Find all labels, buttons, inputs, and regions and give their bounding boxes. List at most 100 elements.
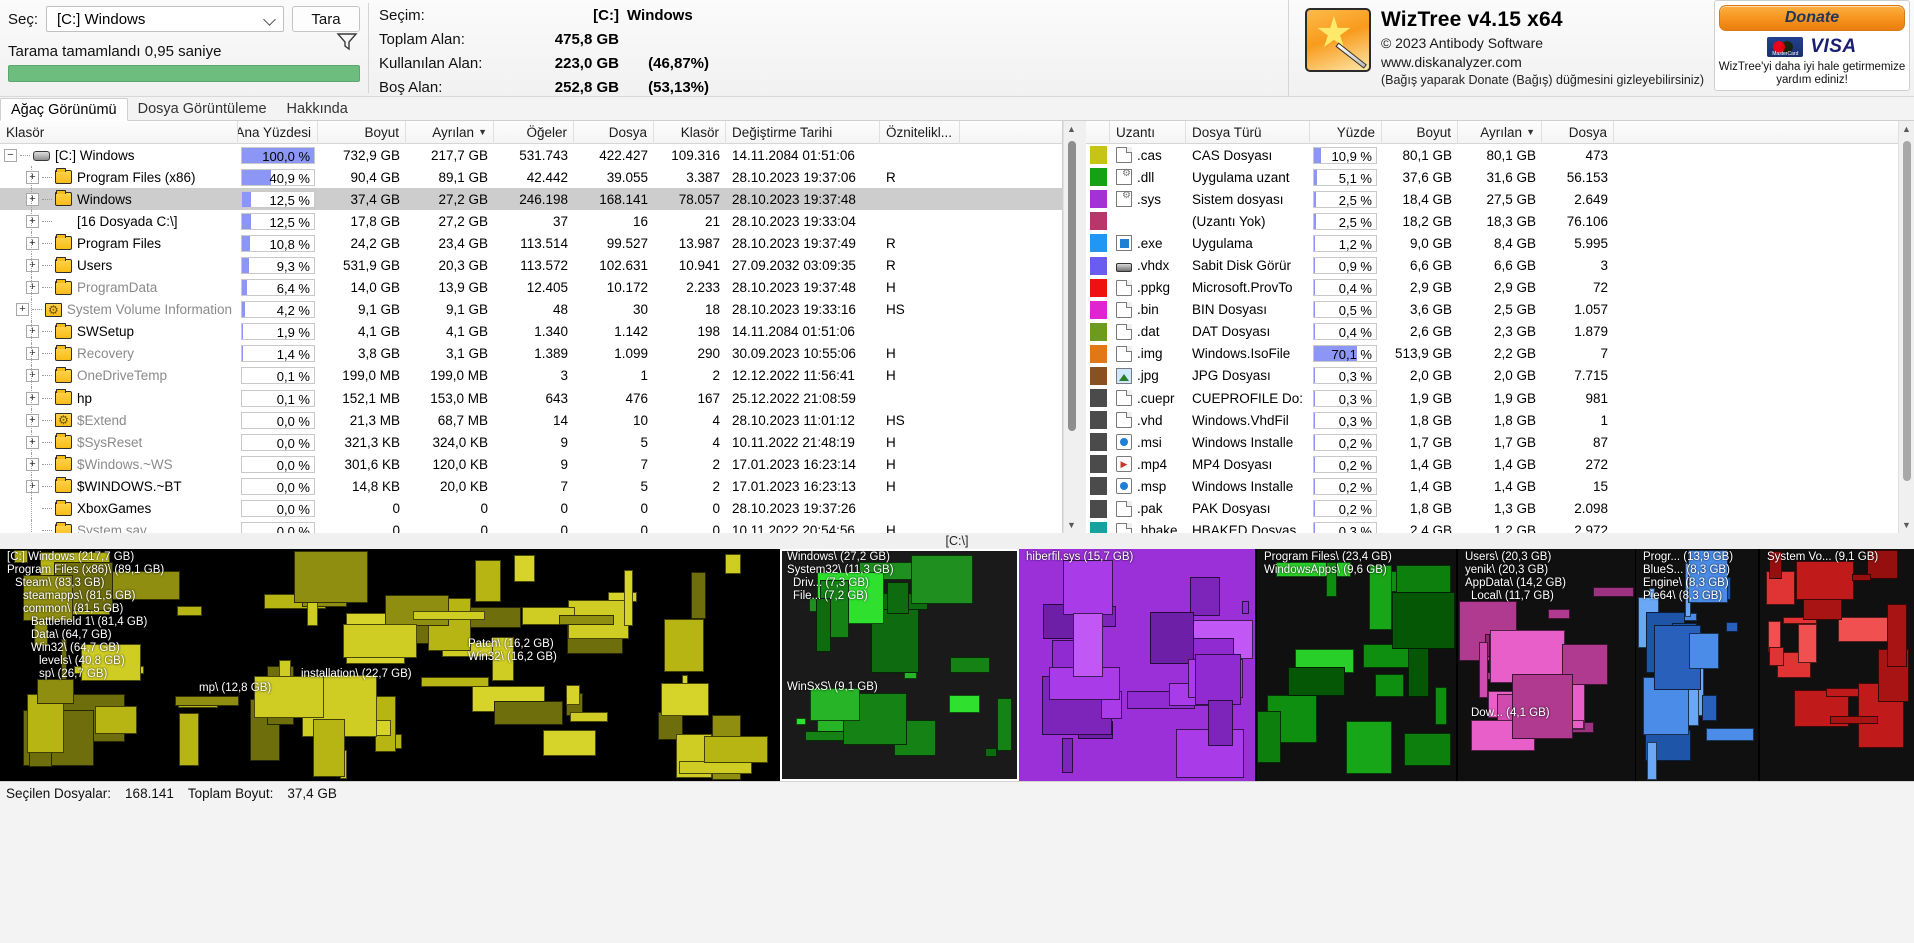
expand-icon[interactable]: + (26, 192, 39, 206)
treemap-file-block[interactable] (1852, 574, 1871, 581)
treemap-file-block[interactable] (514, 555, 535, 582)
table-row[interactable]: .dll Uygulama uzant 5,1 % 37,6 GB 31,6 GB 56.… (1086, 166, 1898, 188)
folder-name-cell[interactable]: + SWSetup (0, 320, 238, 343)
treemap-file-block[interactable] (887, 582, 909, 614)
table-row[interactable]: + $SysReset 0,0 % 321,3 KB 324,0 KB 9 5 4 10.11.… (0, 431, 1062, 454)
ext-scroll-track[interactable] (1899, 137, 1914, 517)
tab-hakk-nda[interactable]: Hakkında (277, 97, 358, 120)
column-header-ana-y-zdesi[interactable]: Ana Yüzdesi (238, 120, 318, 144)
table-row[interactable]: .msi Windows Installe 0,2 % 1,7 GB 1,7 GB 87 (1086, 431, 1898, 453)
treemap-file-block[interactable] (1408, 645, 1429, 697)
treemap-file-block[interactable] (343, 624, 417, 658)
column-header-ayr-lan[interactable]: Ayrılan ▼ (1458, 120, 1542, 144)
treemap-block[interactable]: Windows\ (27,2 GB) System32\ (11,3 GB) Dri… (780, 549, 1019, 781)
treemap-file-block[interactable] (691, 572, 706, 619)
expand-icon[interactable]: + (26, 347, 39, 361)
expand-icon[interactable]: + (26, 325, 39, 339)
treemap-file-block[interactable] (1242, 601, 1249, 614)
folder-name-cell[interactable]: + System Volume Information (0, 298, 238, 321)
folder-name-cell[interactable]: + Program Files (0, 232, 238, 255)
column-header-de-i-tirme-tarihi[interactable]: Değiştirme Tarihi (726, 120, 880, 144)
treemap-file-block[interactable] (1195, 654, 1241, 705)
table-row[interactable]: .exe Uygulama 1,2 % 9,0 GB 8,4 GB 5.995 (1086, 232, 1898, 254)
treemap-file-block[interactable] (664, 619, 704, 672)
column-header-klas-r[interactable]: Klasör (0, 120, 238, 144)
treemap[interactable]: [C:] Windows (217,7 GB) Program Files (x8… (0, 549, 1914, 781)
treemap-file-block[interactable] (985, 748, 997, 757)
treemap-file-block[interactable] (175, 696, 239, 706)
column-header-ayr-lan[interactable]: Ayrılan ▼ (406, 120, 494, 144)
table-row[interactable]: System.sav 0,0 % 0 0 0 0 0 10.11.2022 20:54:56 H (0, 519, 1062, 533)
treemap-file-block[interactable] (816, 598, 831, 652)
treemap-file-block[interactable] (294, 551, 368, 603)
table-row[interactable]: .pak PAK Dosyası 0,2 % 1,8 GB 1,3 GB 2.098 (1086, 498, 1898, 520)
treemap-file-block[interactable] (1647, 742, 1657, 780)
treemap-file-block[interactable] (543, 730, 596, 756)
treemap-file-block[interactable] (1392, 592, 1455, 649)
table-row[interactable]: + OneDriveTemp 0,1 % 199,0 MB 199,0 MB 3 1 2 12.… (0, 364, 1062, 388)
treemap-file-block[interactable] (559, 615, 614, 625)
treemap-file-block[interactable] (1190, 577, 1220, 616)
ext-scroll-thumb[interactable] (1902, 141, 1911, 481)
table-row[interactable]: + hp 0,1 % 152,1 MB 153,0 MB 643 476 167 25.12.2… (0, 387, 1062, 410)
table-row[interactable]: + Recovery 1,4 % 3,8 GB 3,1 GB 1.389 1.099 290 3… (0, 342, 1062, 365)
drive-select[interactable]: [C:] Windows (46, 6, 284, 32)
expand-icon[interactable]: + (26, 170, 39, 184)
table-row[interactable]: + System Volume Information 4,2 % 9,1 GB 9,1… (0, 298, 1062, 321)
scan-button[interactable]: Tara (292, 6, 360, 32)
folder-name-cell[interactable]: + Windows (0, 188, 238, 211)
column-header-dosya[interactable]: Dosya (1542, 120, 1614, 144)
treemap-file-block[interactable] (1796, 561, 1854, 600)
folder-name-cell[interactable]: XboxGames (0, 497, 238, 520)
treemap-file-block[interactable] (313, 719, 345, 777)
expand-icon[interactable]: + (26, 391, 39, 405)
treemap-file-block[interactable] (704, 736, 768, 763)
folder-name-cell[interactable]: + $SysReset (0, 431, 238, 454)
treemap-file-block[interactable] (421, 677, 489, 687)
treemap-file-block[interactable] (1435, 687, 1447, 725)
ext-scroll-down-icon[interactable]: ▼ (1899, 517, 1914, 533)
table-row[interactable]: .mp4 MP4 Dosyası 0,2 % 1,4 GB 1,4 GB 272 (1086, 453, 1898, 475)
tab-a-a-g-r-n-m-[interactable]: Ağaç Görünümü (0, 98, 128, 121)
treemap-file-block[interactable] (1346, 721, 1392, 774)
table-row[interactable]: + [16 Dosyada C:\] 12,5 % 17,8 GB 27,2 GB 37 1… (0, 210, 1062, 233)
folder-name-cell[interactable]: + OneDriveTemp (0, 364, 238, 388)
treemap-file-block[interactable] (949, 695, 980, 713)
folder-name-cell[interactable]: + Users (0, 254, 238, 277)
treemap-file-block[interactable] (1479, 642, 1488, 698)
treemap-file-block[interactable] (1288, 667, 1345, 696)
table-row[interactable]: + $WINDOWS.~BT 0,0 % 14,8 KB 20,0 KB 7 5 2 17.01… (0, 475, 1062, 498)
extension-scrollbar[interactable]: ▲ ▼ (1898, 121, 1914, 533)
treemap-file-block[interactable] (37, 679, 74, 704)
table-row[interactable]: .dat DAT Dosyası 0,4 % 2,6 GB 2,3 GB 1.879 (1086, 321, 1898, 343)
treemap-file-block[interactable] (997, 698, 1012, 751)
column-header-boyut[interactable]: Boyut (1382, 120, 1458, 144)
table-row[interactable]: + ProgramData 6,4 % 14,0 GB 13,9 GB 12.405 10.… (0, 276, 1062, 299)
column-header-y-zde[interactable]: Yüzde (1310, 120, 1382, 144)
expand-icon[interactable]: + (26, 281, 39, 295)
expand-icon[interactable]: + (26, 479, 39, 493)
treemap-block[interactable]: Progr... (13,9 GB) BlueS... (8,3 GB) Engin… (1636, 549, 1758, 781)
column-header-boyut[interactable]: Boyut (318, 120, 406, 144)
tree-scrollbar[interactable]: ▲ ▼ (1063, 121, 1079, 533)
folder-name-cell[interactable]: + [16 Dosyada C:\] (0, 210, 238, 233)
treemap-file-block[interactable] (725, 554, 741, 574)
table-row[interactable]: + Program Files 10,8 % 24,2 GB 23,4 GB 113.51… (0, 232, 1062, 255)
table-row[interactable]: .msp Windows Installe 0,2 % 1,4 GB 1,4 GB 15 (1086, 475, 1898, 497)
scroll-track[interactable] (1064, 137, 1080, 517)
pane-splitter[interactable] (1079, 121, 1086, 533)
column-header-dosya[interactable]: Dosya (574, 120, 654, 144)
column-header-dosya-t-r-[interactable]: Dosya Türü (1186, 120, 1310, 144)
table-row[interactable]: .img Windows.IsoFile 70,1 % 513,9 GB 2,2 GB 7 (1086, 343, 1898, 365)
treemap-file-block[interactable] (1548, 609, 1570, 619)
table-row[interactable]: XboxGames 0,0 % 0 0 0 0 0 28.10.2023 19:37:26 (0, 497, 1062, 520)
treemap-file-block[interactable] (950, 657, 990, 673)
folder-name-cell[interactable]: − [C:] Windows (0, 144, 238, 166)
funnel-icon[interactable] (336, 31, 358, 51)
column-header--znitelikl-[interactable]: Öznitelikl... (880, 120, 960, 144)
treemap-file-block[interactable] (1396, 565, 1451, 595)
treemap-file-block[interactable] (796, 718, 806, 725)
treemap-file-block[interactable] (1073, 613, 1103, 677)
treemap-file-block[interactable] (1706, 728, 1754, 741)
table-row[interactable]: .jpg JPG Dosyası 0,3 % 2,0 GB 2,0 GB 7.715 (1086, 365, 1898, 387)
